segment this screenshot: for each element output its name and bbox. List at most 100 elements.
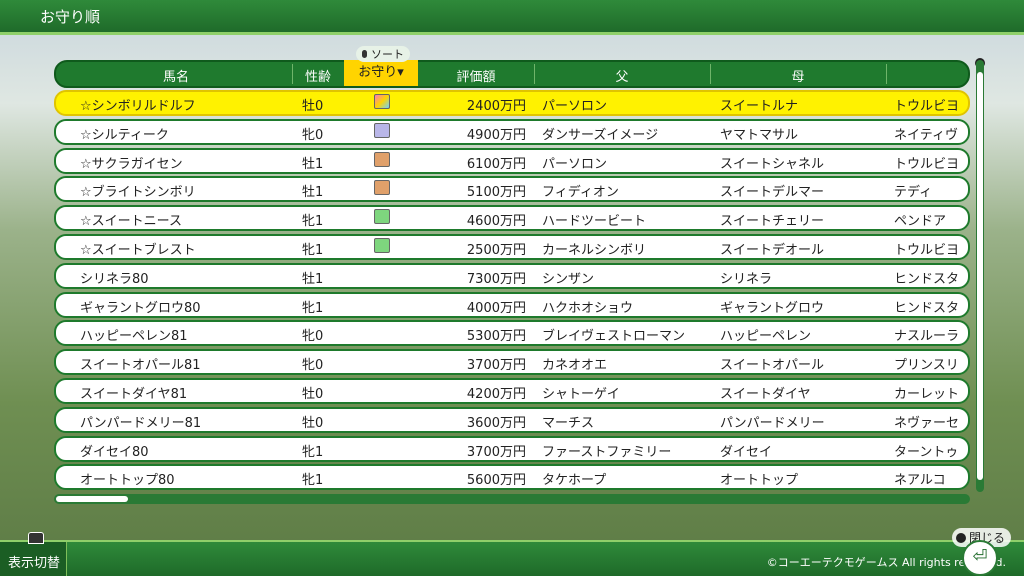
back-icon[interactable]: ⏎ <box>962 540 998 576</box>
horse-name: ☆サクラガイセン <box>80 156 183 172</box>
controller-button-icon <box>28 532 44 544</box>
dam: ヤマトマサル <box>720 127 799 143</box>
sex-age: 牡1 <box>302 185 324 201</box>
horse-name: スイートダイヤ81 <box>80 387 188 402</box>
table-row[interactable]: オートトップ80 牝1 5600万円 タケホープ オートトップ ネアルコ <box>54 464 970 491</box>
broodmare-sire: ネイティヴ <box>894 127 958 143</box>
table-row[interactable]: シリネラ80 牡1 7300万円 シンザン シリネラ ヒンドスタ <box>54 262 970 289</box>
horse-name: パンパードメリー81 <box>80 415 202 431</box>
broodmare-sire: ヒンドスタ <box>894 300 960 316</box>
dam: オートトップ <box>720 473 799 489</box>
table-row[interactable]: ☆ブライトシンボリ 牡1 5100万円 フィディオン スイートデルマー テディ <box>54 176 970 203</box>
horse-name: ハッピーペレン81 <box>80 329 188 345</box>
table-row[interactable]: ギャラントグロウ80 牝1 4000万円 ハクホオショウ ギャラントグロウ ヒンドスタ <box>54 291 970 318</box>
dam: ハッピーペレン <box>720 329 812 345</box>
price: 6100万円 <box>466 156 526 172</box>
price: 3600万円 <box>466 415 526 431</box>
omamori-icon <box>374 238 390 253</box>
sex-age: 牝1 <box>302 243 324 258</box>
horse-name: シリネラ80 <box>80 271 149 287</box>
sire: ダンサーズイメージ <box>542 127 659 143</box>
broodmare-sire: ネヴァーセ <box>894 415 960 431</box>
dam: ギャラントグロウ <box>720 300 825 316</box>
horse-name: ☆ブライトシンボリ <box>80 185 196 201</box>
table-row[interactable]: ☆スイートニース 牝1 4600万円 ハードツービート スイートチェリー ペンドア <box>54 205 970 232</box>
col-name[interactable]: 馬名 <box>56 66 296 85</box>
broodmare-sire: トウルビヨ <box>894 243 960 258</box>
vertical-scrollbar[interactable] <box>976 60 984 492</box>
sire: ハクホオショウ <box>542 300 634 316</box>
sire: ハードツービート <box>542 214 647 230</box>
dam: スイートダイヤ <box>720 387 811 402</box>
price: 3700万円 <box>466 444 526 460</box>
display-toggle-button[interactable]: 表示切替 <box>0 532 67 576</box>
sire: パーソロン <box>542 156 608 172</box>
omamori-icon <box>374 94 390 109</box>
table-row[interactable]: ハッピーペレン81 牝0 5300万円 ブレイヴェストローマン ハッピーペレン ナスルーラ <box>54 320 970 347</box>
col-omamori-label: お守り <box>358 65 398 80</box>
broodmare-sire: テディ <box>894 185 933 201</box>
table-row[interactable]: スイートダイヤ81 牡0 4200万円 シャトーゲイ スイートダイヤ カーレット <box>54 378 970 404</box>
table-row[interactable]: パンパードメリー81 牡0 3600万円 マーチス パンパードメリー ネヴァーセ <box>54 406 970 433</box>
sex-age: 牝0 <box>302 329 324 345</box>
price: 5600万円 <box>466 473 526 489</box>
dam: スイートオパール <box>720 358 825 374</box>
broodmare-sire: トウルビヨ <box>894 156 960 172</box>
price: 5300万円 <box>466 329 526 345</box>
table-row[interactable]: ダイセイ80 牝1 3700万円 ファーストファミリー ダイセイ ターントゥ <box>54 435 970 462</box>
col-sire[interactable]: 父 <box>534 66 710 85</box>
price: 2500万円 <box>466 243 526 258</box>
table-row[interactable]: スイートオパール81 牝0 3700万円 カネオオエ スイートオパール プリンスリ <box>54 349 970 376</box>
omamori-icon <box>374 151 390 167</box>
bottom-bar: 表示切替 ©コーエーテクモゲームス All rights reserved. <box>0 532 1024 576</box>
price: 4900万円 <box>466 127 526 143</box>
dam: ダイセイ <box>720 444 773 460</box>
table-row[interactable]: ☆サクラガイセン 牡1 6100万円 パーソロン スイートシャネル トウルビヨ <box>54 147 970 174</box>
sex-age: 牝1 <box>302 214 324 230</box>
broodmare-sire: トウルビヨ <box>894 99 960 114</box>
sex-age: 牡0 <box>302 99 324 114</box>
sex-age: 牡0 <box>302 415 324 431</box>
table-row[interactable]: ☆シルティーク 牝0 4900万円 ダンサーズイメージ ヤマトマサル ネイティヴ <box>54 118 970 145</box>
table-row[interactable]: ☆シンボリルドルフ 牡0 2400万円 パーソロン スイートルナ トウルビヨ <box>54 90 970 116</box>
dam: スイートデオール <box>720 243 825 258</box>
dam: スイートシャネル <box>720 156 825 172</box>
sire: シャトーゲイ <box>542 387 620 402</box>
table-row[interactable]: ☆スイートブレスト 牝1 2500万円 カーネルシンボリ スイートデオール トウルビヨ <box>54 234 970 260</box>
sex-age: 牝1 <box>302 444 324 460</box>
scroll-thumb[interactable] <box>977 72 983 480</box>
scroll-thumb[interactable] <box>56 496 128 502</box>
sire: ブレイヴェストローマン <box>542 329 686 345</box>
sire: マーチス <box>542 415 595 431</box>
col-sex-age[interactable]: 性齢 <box>292 66 344 85</box>
broodmare-sire: ターントゥ <box>894 444 959 460</box>
col-dam[interactable]: 母 <box>710 66 886 85</box>
omamori-icon <box>374 122 390 138</box>
table-header: 馬名 性齢 お守り▾ ソート 評価額 父 母 <box>54 46 970 88</box>
sire: フィディオン <box>542 185 619 201</box>
display-toggle-label: 表示切替 <box>8 556 61 571</box>
horizontal-scrollbar[interactable] <box>54 494 970 504</box>
broodmare-sire: ネアルコ <box>894 473 946 489</box>
price: 5100万円 <box>466 185 526 201</box>
dam: スイートデルマー <box>720 185 825 201</box>
stick-icon <box>362 50 367 58</box>
price: 3700万円 <box>466 358 526 374</box>
horse-name: ダイセイ80 <box>80 444 149 460</box>
sire: タケホープ <box>542 473 607 489</box>
sex-age: 牝1 <box>302 300 324 316</box>
divider <box>886 64 887 84</box>
sex-age: 牡1 <box>302 271 324 287</box>
horse-name: ☆シンボリルドルフ <box>80 99 196 114</box>
horse-name: スイートオパール81 <box>80 358 201 374</box>
sex-age: 牡0 <box>302 387 324 402</box>
sire: パーソロン <box>542 99 608 114</box>
sex-age: 牝1 <box>302 473 324 489</box>
col-price[interactable]: 評価額 <box>418 66 534 85</box>
sex-age: 牝0 <box>302 127 324 143</box>
title-bar: お守り順 <box>0 0 1024 35</box>
broodmare-sire: ヒンドスタ <box>894 271 960 287</box>
col-omamori[interactable]: お守り▾ <box>344 60 418 86</box>
broodmare-sire: ペンドア <box>894 214 947 230</box>
dam: シリネラ <box>720 271 773 287</box>
